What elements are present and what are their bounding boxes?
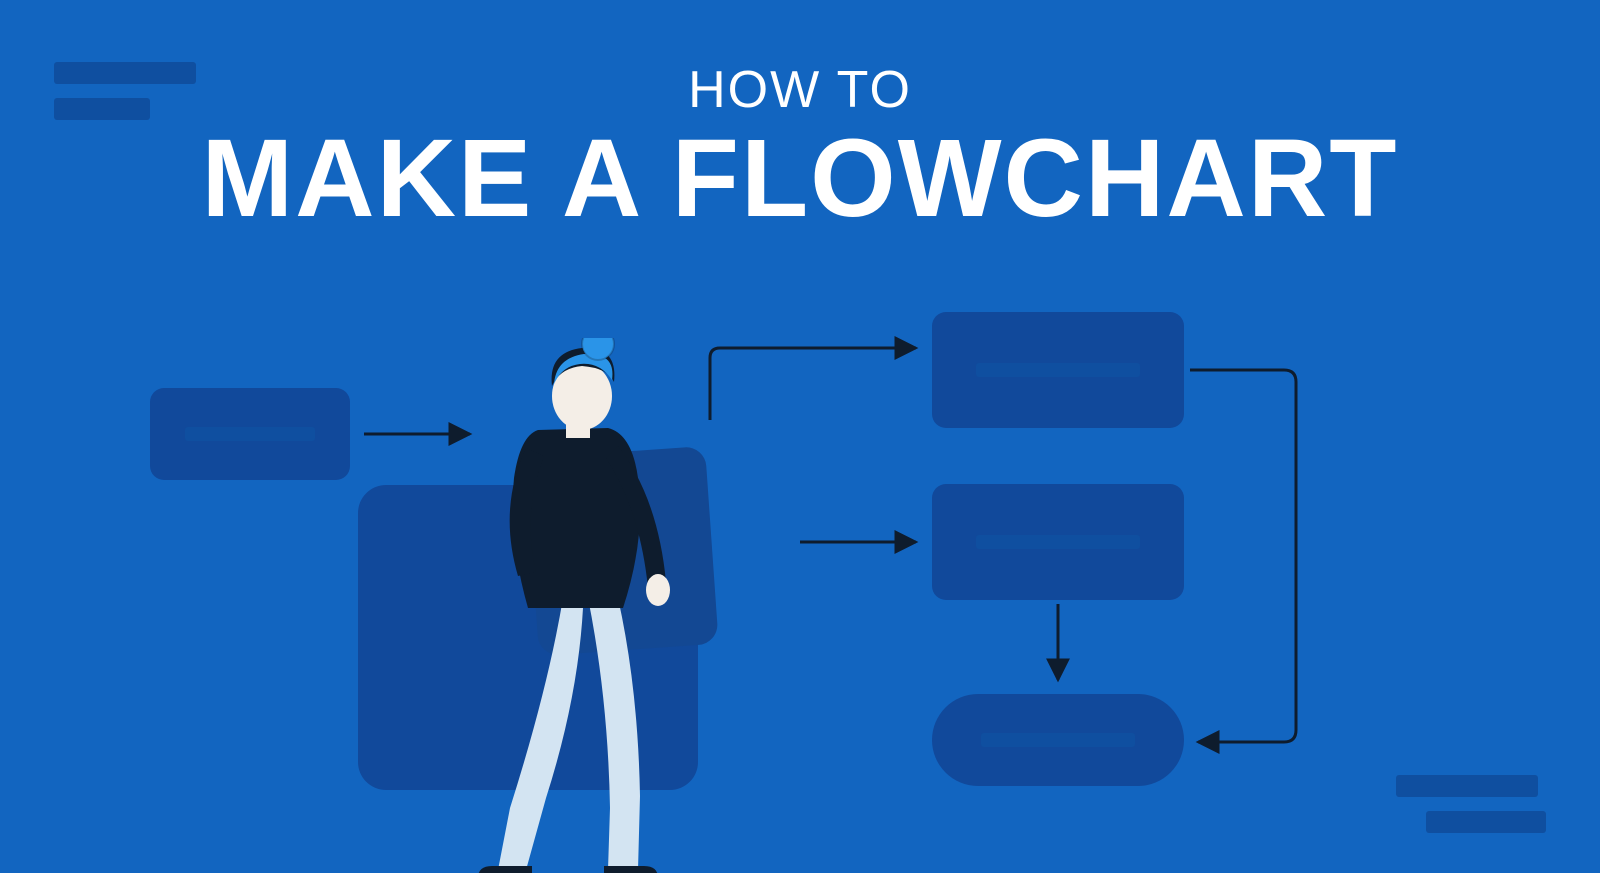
flow-node-step2 xyxy=(932,484,1184,600)
main-title: MAKE A FLOWCHART xyxy=(0,115,1600,242)
decorative-bars-bottom-right xyxy=(1386,775,1546,833)
overline-text: HOW TO xyxy=(0,60,1600,120)
person-illustration-icon xyxy=(448,338,708,873)
title-block: HOW TO MAKE A FLOWCHART xyxy=(0,60,1600,242)
placeholder-bar xyxy=(1396,775,1538,797)
node-label-placeholder xyxy=(976,363,1140,377)
node-label-placeholder xyxy=(981,733,1135,747)
node-label-placeholder xyxy=(976,535,1140,549)
node-label-placeholder xyxy=(185,427,315,441)
flow-node-step1 xyxy=(932,312,1184,428)
flow-node-start xyxy=(150,388,350,480)
flow-node-end xyxy=(932,694,1184,786)
placeholder-bar xyxy=(1426,811,1546,833)
